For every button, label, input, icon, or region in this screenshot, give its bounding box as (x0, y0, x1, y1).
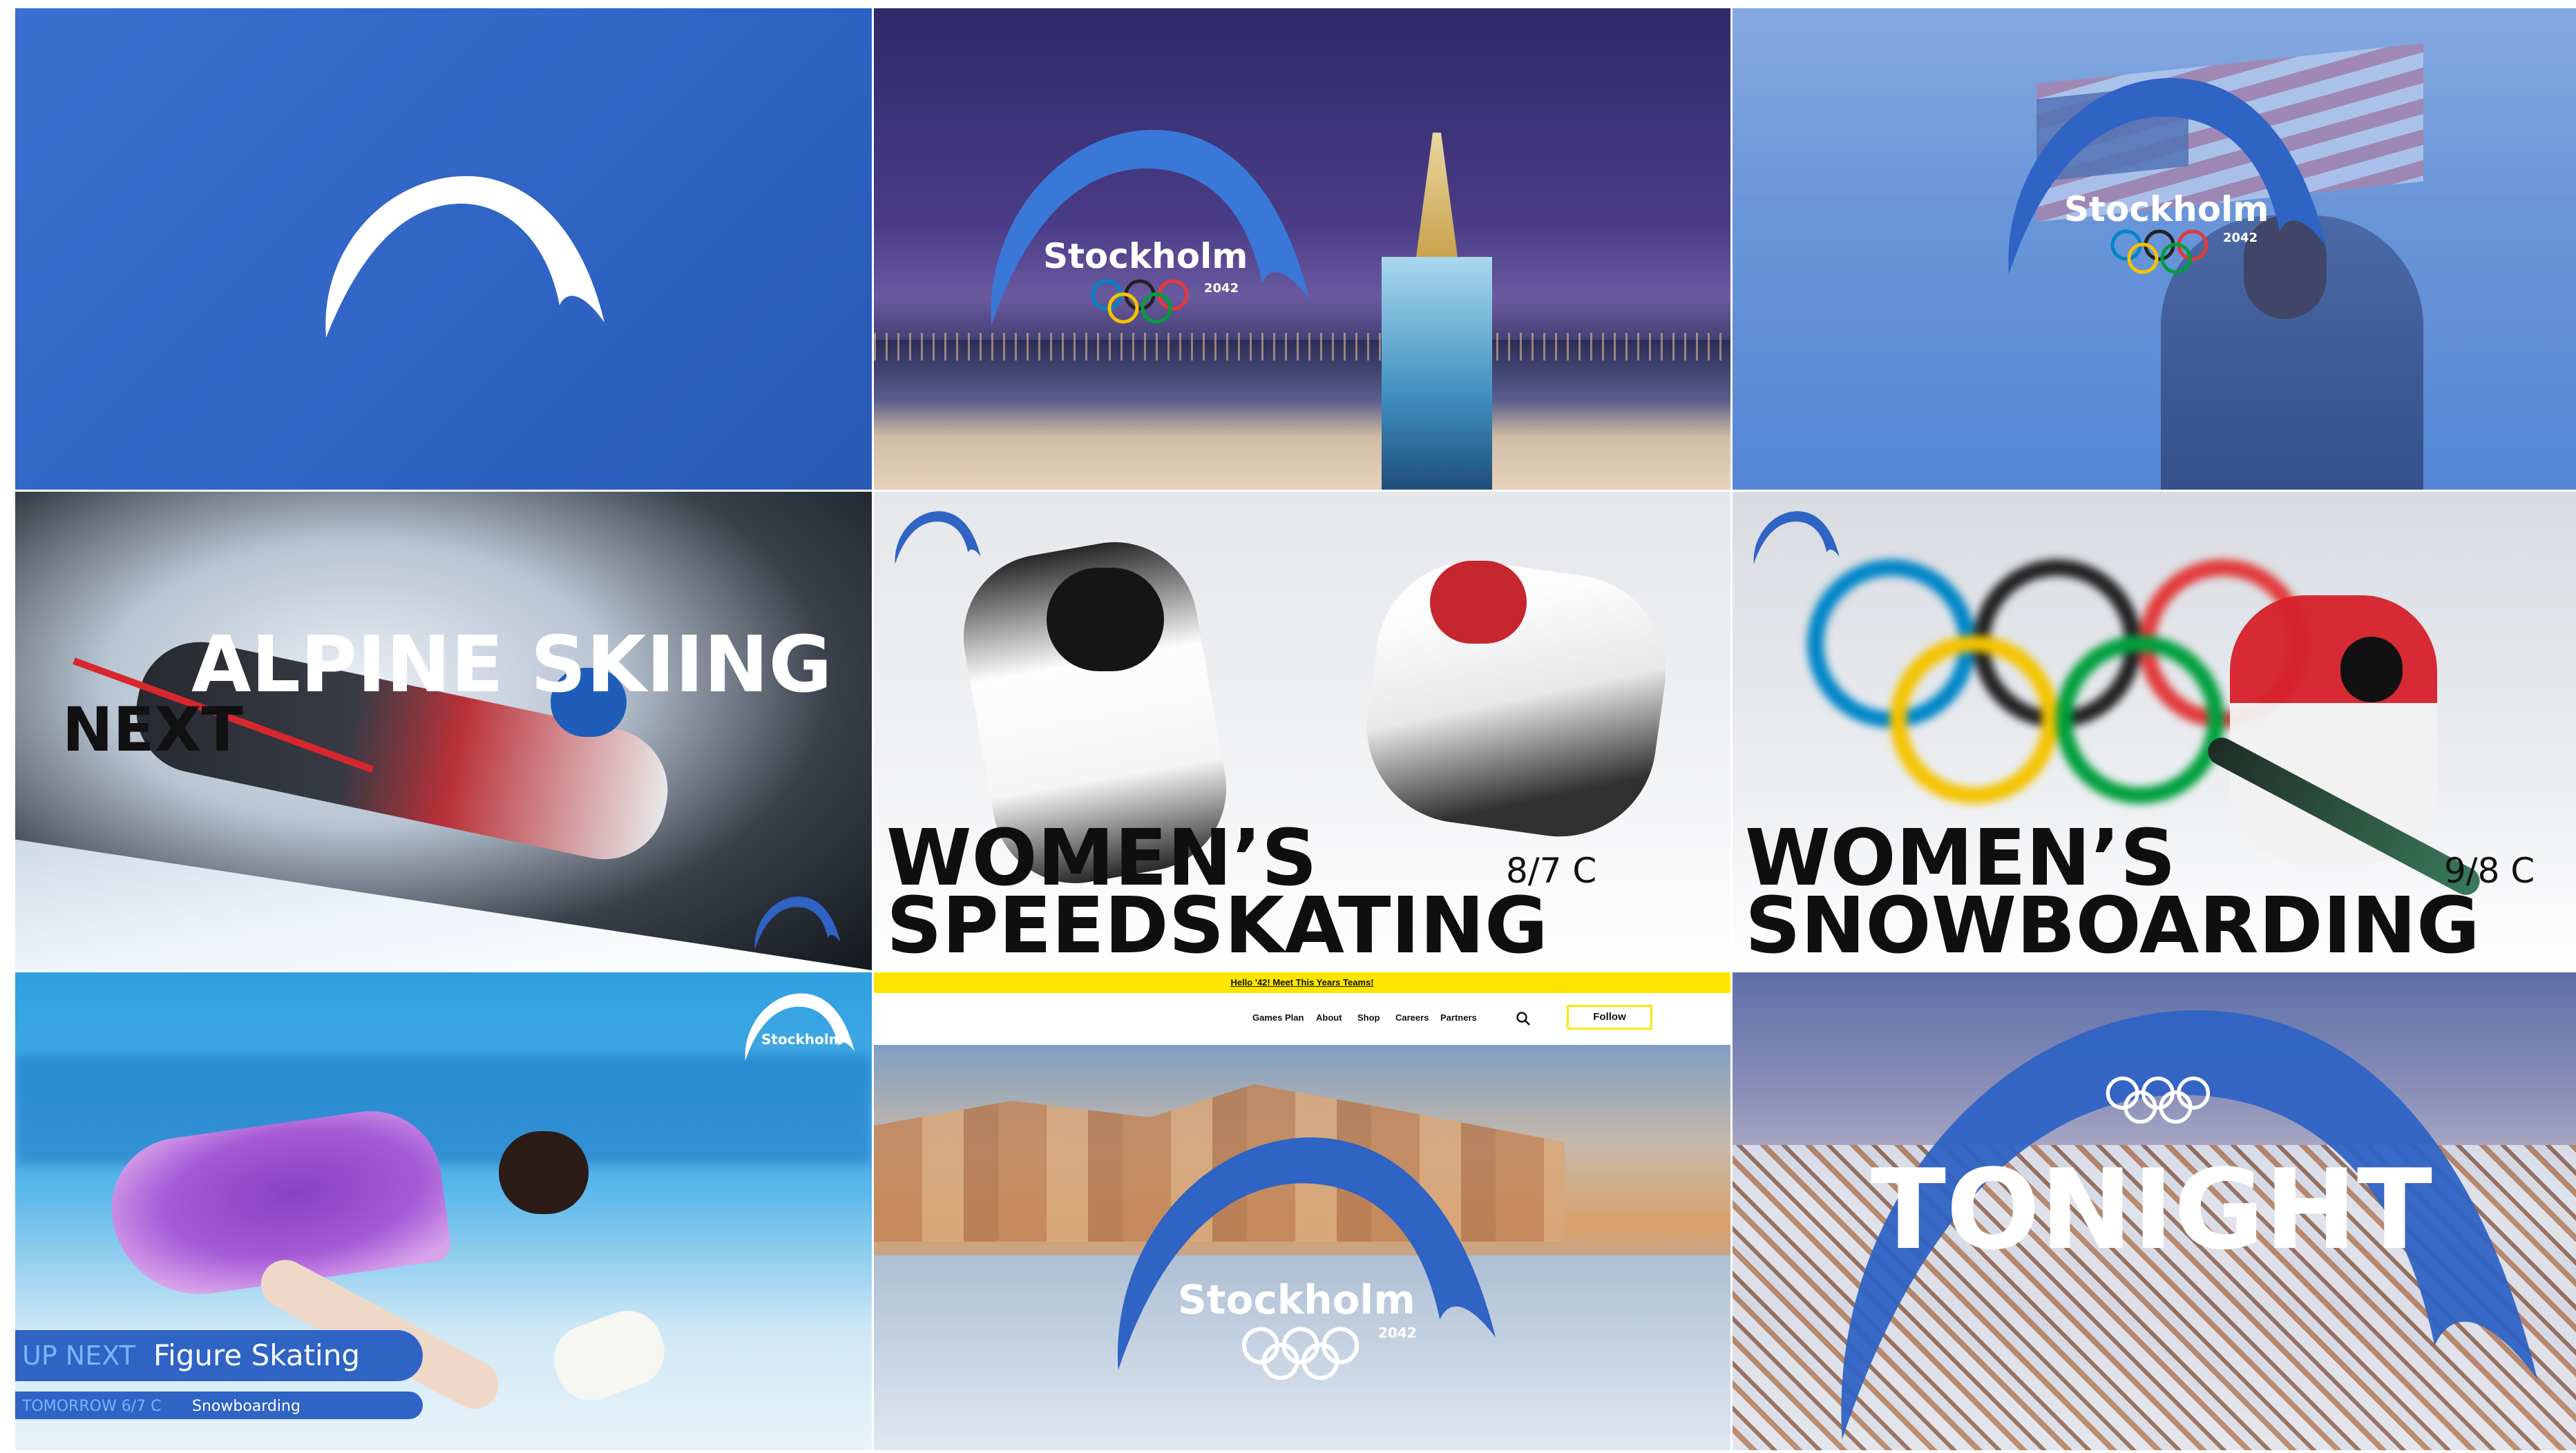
skater-2-helmet (1430, 561, 1527, 644)
brand-city: Stockholm (1043, 236, 1248, 276)
brand-city: Stockholm (2064, 189, 2269, 229)
tile-tonight: TONIGHT (1733, 972, 2576, 1450)
nav-partners[interactable]: Partners (1440, 1012, 1477, 1023)
tile-website: Hello '42! Meet This Years Teams! Games … (874, 972, 1730, 1450)
event-date: 8/7 C (1506, 851, 1597, 891)
tonight-title: TONIGHT (1871, 1145, 2432, 1274)
upnext-event: Figure Skating (153, 1338, 360, 1372)
olympic-rings-white-icon (1242, 1327, 1359, 1380)
nav-shop[interactable]: Shop (1357, 1012, 1380, 1023)
tower (1382, 257, 1492, 490)
tile-logo-blue (15, 8, 872, 490)
tile-flag-athlete: Stockholm 2042 (1733, 8, 2576, 490)
skate-boot (544, 1300, 674, 1411)
snowboarder-helmet (2340, 637, 2403, 702)
arc-logo-icon (1753, 511, 1840, 564)
city-skyline (874, 340, 1730, 490)
tile-figure-skating: Stockholm UP NEXT Figure Skating TOMORRO… (15, 972, 872, 1450)
olympic-rings-icon (2110, 229, 2208, 274)
skater-head (499, 1131, 589, 1214)
arc-logo-icon (325, 175, 604, 338)
event-title: ALPINE SKIING (191, 620, 832, 710)
arc-logo-icon (745, 993, 855, 1061)
tile-alpine-skiing: ALPINE SKIING NEXT (15, 492, 872, 970)
nav-games-plan[interactable]: Games Plan (1252, 1012, 1304, 1023)
olympic-rings-icon (1091, 279, 1189, 324)
brand-city: Stockholm (761, 1031, 843, 1048)
search-icon[interactable] (1515, 1010, 1532, 1027)
announcement-text[interactable]: Hello '42! Meet This Years Teams! (874, 977, 1730, 988)
arc-logo-icon (754, 896, 841, 950)
arc-logo-icon (895, 511, 981, 564)
brand-year: 2042 (2223, 231, 2258, 245)
follow-button-label[interactable]: Follow (1567, 1011, 1652, 1023)
tomorrow-label: TOMORROW 6/7 C (22, 1398, 162, 1415)
event-line-2: SPEEDSKATING (886, 881, 1548, 970)
tile-speedskating: WOMEN’S SPEEDSKATING 8/7 C (874, 492, 1730, 970)
brand-city: Stockholm (1178, 1276, 1415, 1323)
brand-year: 2042 (1378, 1325, 1417, 1341)
nav-careers[interactable]: Careers (1395, 1012, 1429, 1023)
skater-1-helmet (1047, 568, 1164, 671)
brand-year: 2042 (1204, 281, 1239, 296)
event-date: 9/8 C (2444, 851, 2535, 891)
tower-top (1416, 133, 1458, 257)
tomorrow-event: Snowboarding (192, 1398, 300, 1415)
next-label: NEXT (62, 694, 243, 765)
event-line-2: SNOWBOARDING (1745, 881, 2480, 970)
olympic-rings-white-icon (2106, 1076, 2211, 1124)
upnext-label: UP NEXT (22, 1340, 135, 1371)
tile-stockholm-night: Stockholm 2042 (874, 8, 1730, 490)
tile-snowboarding: WOMEN’S SNOWBOARDING 9/8 C (1733, 492, 2576, 970)
nav-about[interactable]: About (1316, 1012, 1342, 1023)
snow-slope (15, 839, 872, 970)
